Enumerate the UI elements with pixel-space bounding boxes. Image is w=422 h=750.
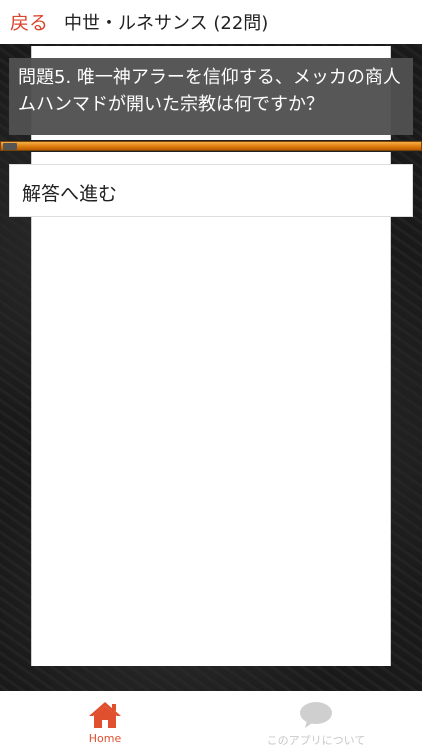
progress-bar [0,140,422,152]
question-text: 問題5. 唯一神アラーを信仰する、メッカの商人ムハンマドが開いた宗教は何ですか？ [9,58,413,135]
tab-home-label: Home [88,732,122,745]
quiz-stage: 問題5. 唯一神アラーを信仰する、メッカの商人ムハンマドが開いた宗教は何ですか？… [0,44,422,691]
progress-bar-fill [0,141,422,151]
page-title: 中世・ルネサンス (22問) [64,13,269,34]
tab-home[interactable]: Home [60,691,150,750]
quiz-paper-panel [31,46,391,666]
proceed-to-answer-button[interactable]: 解答へ進む [9,164,413,217]
tab-about-app[interactable]: このアプリについて [246,691,386,750]
top-nav-bar: 戻る 中世・ルネサンス (22問) [0,0,422,44]
speech-bubble-icon [299,701,333,729]
progress-grip [3,143,17,150]
tab-about-app-label: このアプリについて [266,734,366,747]
home-icon [88,701,122,729]
back-button[interactable]: 戻る [10,8,48,35]
bottom-tab-bar: Home このアプリについて [0,691,422,750]
